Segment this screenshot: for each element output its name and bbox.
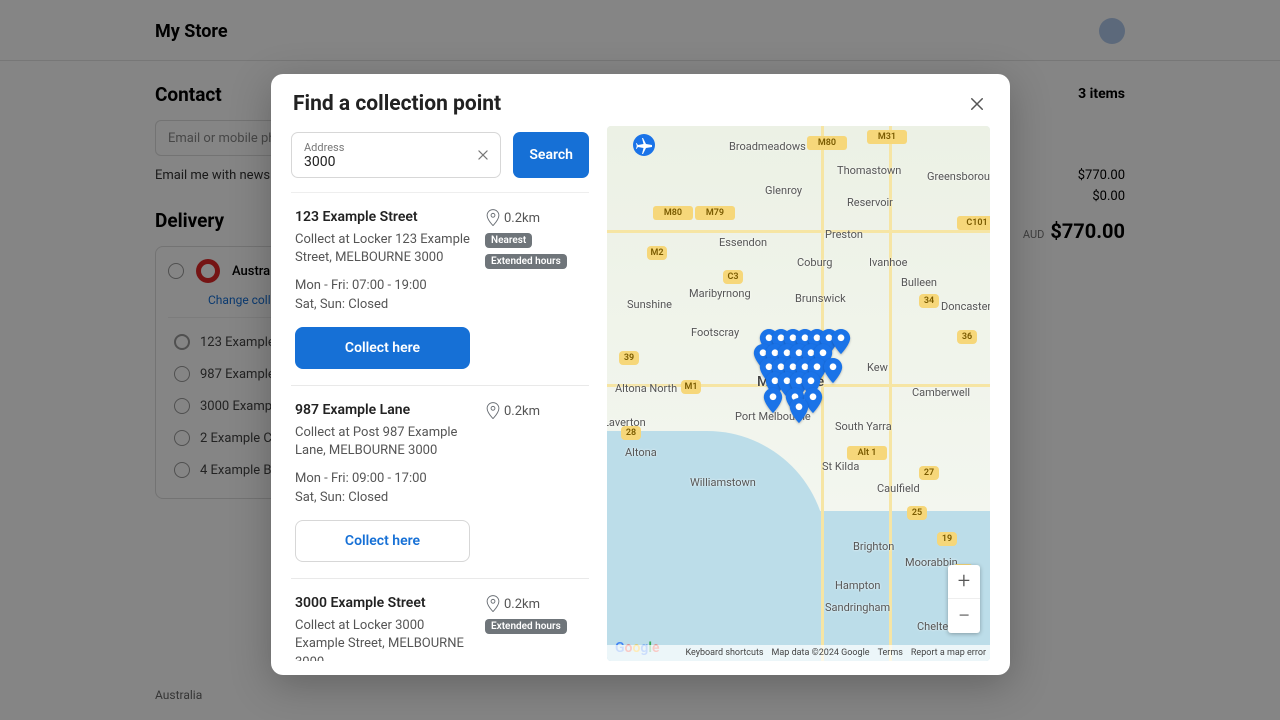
city-label: Hampton — [835, 579, 881, 592]
highway-shield: C101 — [957, 216, 990, 230]
extended-hours-badge: Extended hours — [485, 254, 567, 269]
highway-shield: M79 — [695, 206, 735, 220]
collect-here-button[interactable]: Collect here — [295, 327, 470, 369]
highway-shield: 39 — [619, 351, 639, 365]
city-label: Greensborough — [927, 170, 990, 183]
distance-row: 0.2km — [485, 209, 540, 227]
modal-title: Find a collection point — [293, 92, 501, 116]
extended-hours-badge: Extended hours — [485, 619, 567, 634]
map-data-label: Map data ©2024 Google — [772, 648, 870, 658]
highway-shield: 27 — [919, 466, 939, 480]
highway-shield: 28 — [621, 426, 641, 440]
city-label: Thomastown — [837, 164, 901, 177]
result-card: 3000 Example Street Collect at Locker 30… — [291, 579, 589, 661]
address-input[interactable]: Address 3000 — [291, 132, 501, 178]
highway-shield: Alt 1 — [847, 446, 887, 460]
city-label: Footscray — [691, 326, 739, 339]
city-label: Brighton — [853, 540, 894, 553]
result-hours: Mon - Fri: 09:00 - 17:00Sat, Sun: Closed — [295, 470, 471, 508]
highway-shield: M80 — [807, 136, 847, 150]
result-card: 987 Example Lane Collect at Post 987 Exa… — [291, 386, 589, 579]
result-hours: Mon - Fri: 07:00 - 19:00Sat, Sun: Closed — [295, 277, 471, 315]
highway-shield: 19 — [937, 532, 957, 546]
result-card: 123 Example Street Collect at Locker 123… — [291, 193, 589, 386]
zoom-out-button[interactable]: − — [948, 599, 980, 633]
city-label: Preston — [825, 228, 863, 241]
city-label: Kew — [867, 361, 888, 374]
distance-value: 0.2km — [504, 211, 540, 226]
pin-icon — [485, 209, 501, 227]
city-label: Caulfield — [877, 482, 920, 495]
map[interactable]: Thomastown Broadmeadows Greensborough Reser… — [607, 126, 990, 661]
result-address: Collect at Locker 3000 Example Street, M… — [295, 617, 471, 661]
address-input-label: Address — [304, 141, 470, 154]
highway-shield: M31 — [867, 130, 907, 144]
city-label: Maribyrnong — [689, 287, 751, 300]
map-marker[interactable] — [789, 398, 809, 424]
terms-link[interactable]: Terms — [878, 648, 903, 658]
clear-icon[interactable] — [474, 146, 492, 164]
result-address: Collect at Post 987 Example Lane, MELBOU… — [295, 424, 471, 460]
city-label: Doncaster — [941, 300, 990, 313]
highway-shield: 25 — [907, 506, 927, 520]
map-footer: Keyboard shortcuts Map data ©2024 Google… — [607, 645, 990, 661]
address-input-value: 3000 — [304, 154, 470, 170]
city-label: Sunshine — [627, 298, 672, 311]
distance-value: 0.2km — [504, 597, 540, 612]
close-icon[interactable] — [966, 93, 988, 115]
distance-row: 0.2km — [485, 595, 540, 613]
city-label: Reservoir — [847, 196, 893, 209]
highway-shield: 34 — [919, 294, 939, 308]
result-address: Collect at Locker 123 Example Street, ME… — [295, 231, 471, 267]
city-label: Essendon — [719, 236, 767, 249]
city-label: Broadmeadows — [729, 140, 806, 153]
search-row: Address 3000 Search — [291, 132, 589, 178]
modal-header: Find a collection point — [271, 74, 1010, 126]
city-label: St Kilda — [822, 460, 859, 473]
result-name: 3000 Example Street — [295, 595, 471, 611]
result-name: 123 Example Street — [295, 209, 471, 225]
distance-row: 0.2km — [485, 402, 540, 420]
keyboard-shortcuts-link[interactable]: Keyboard shortcuts — [685, 648, 763, 658]
distance-value: 0.2km — [504, 404, 540, 419]
city-label: Coburg — [797, 256, 832, 269]
nearest-badge: Nearest — [485, 233, 532, 248]
zoom-in-button[interactable]: + — [948, 565, 980, 599]
pin-icon — [485, 402, 501, 420]
city-label: Glenroy — [765, 184, 802, 197]
map-marker[interactable] — [763, 388, 783, 414]
highway-shield: C3 — [723, 270, 743, 284]
city-label: Camberwell — [912, 386, 970, 399]
map-marker[interactable] — [831, 329, 851, 355]
highway-shield: M80 — [653, 206, 693, 220]
highway-shield: 36 — [957, 330, 977, 344]
collection-point-modal: Find a collection point Address 3000 Sea… — [271, 74, 1010, 675]
report-error-link[interactable]: Report a map error — [911, 648, 986, 658]
collect-here-button[interactable]: Collect here — [295, 520, 470, 562]
city-label: Altona — [625, 446, 657, 459]
city-label: Altona North — [615, 382, 677, 395]
result-name: 987 Example Lane — [295, 402, 471, 418]
city-label: Williamstown — [690, 476, 756, 489]
city-label: Sandringham — [825, 601, 890, 614]
city-label: South Yarra — [835, 420, 892, 433]
city-label: Bulleen — [901, 276, 937, 289]
search-button[interactable]: Search — [513, 132, 589, 178]
results-column: Address 3000 Search 123 Example Street C… — [291, 126, 589, 661]
map-zoom-controls: + − — [948, 565, 980, 633]
pin-icon — [485, 595, 501, 613]
highway-shield: M2 — [647, 246, 667, 260]
airport-icon — [632, 133, 656, 157]
city-label: Brunswick — [795, 292, 846, 305]
results-list[interactable]: 123 Example Street Collect at Locker 123… — [291, 192, 589, 661]
city-label: Ivanhoe — [869, 256, 907, 269]
highway-shield: M1 — [681, 380, 701, 394]
map-marker[interactable] — [823, 358, 843, 384]
